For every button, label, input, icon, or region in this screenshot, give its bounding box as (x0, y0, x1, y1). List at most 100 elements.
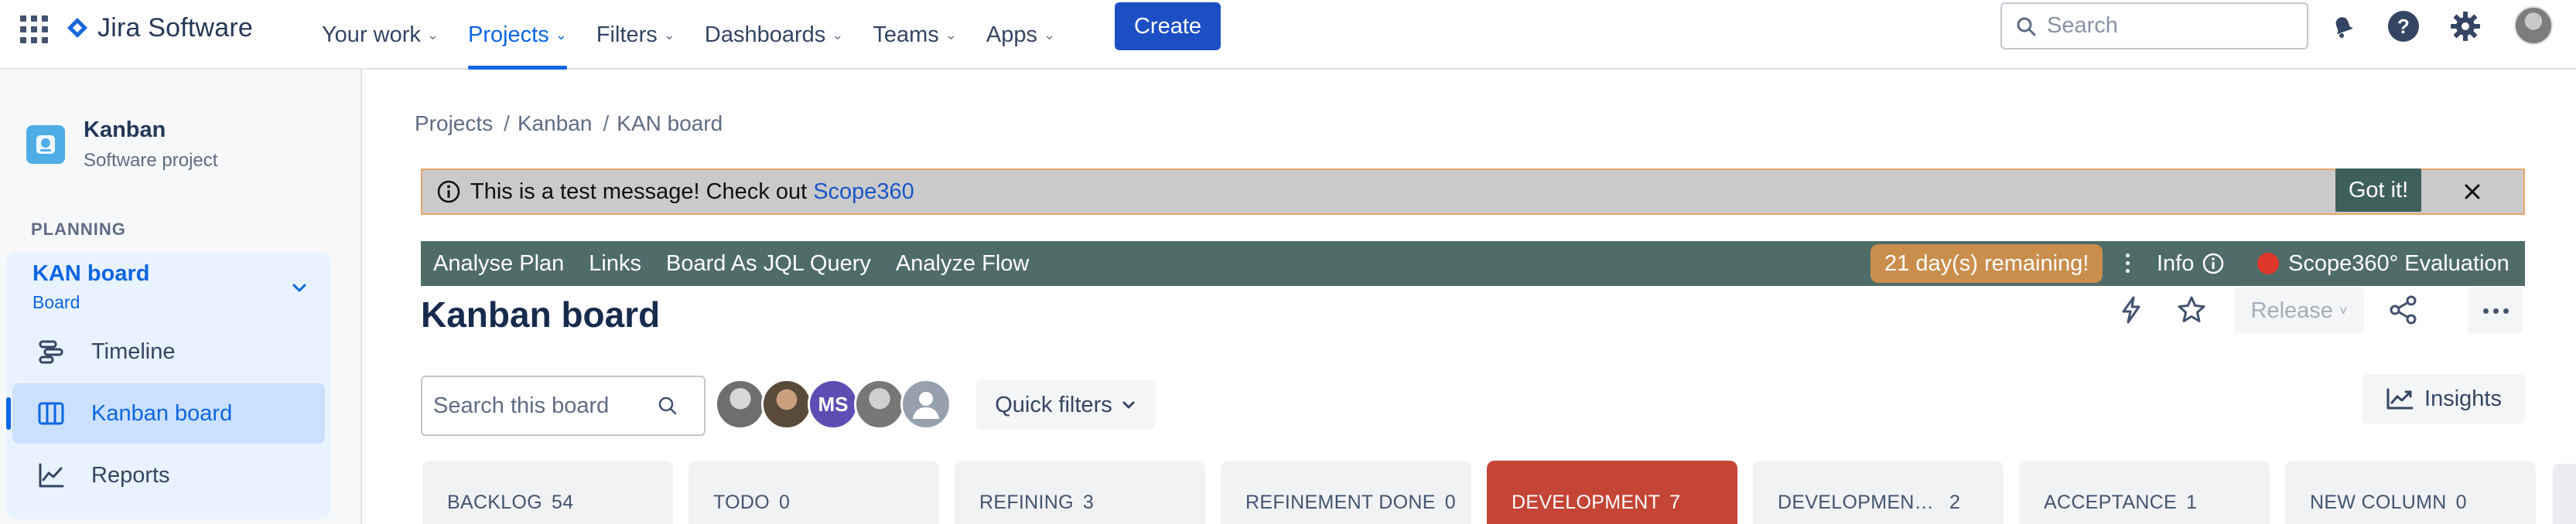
release-button[interactable]: Release ˅ (2234, 288, 2364, 334)
board-as-jql-link[interactable]: Board As JQL Query (666, 251, 871, 277)
column-name: DEVELOPMENT (1512, 492, 1661, 513)
sidebar-item-kanban-board[interactable]: Kanban board (6, 383, 325, 444)
create-button[interactable]: Create (1115, 2, 1221, 50)
column-name: DEVELOPMENT D... (1778, 492, 1940, 513)
analyze-flow-link[interactable]: Analyze Flow (896, 251, 1029, 277)
app-switcher-icon[interactable] (20, 15, 48, 43)
column-header-todo[interactable]: TODO 0 (688, 461, 939, 524)
reports-icon (36, 460, 67, 491)
chevron-down-icon: ⌄ (832, 26, 844, 43)
automation-lightning-icon[interactable] (2113, 292, 2149, 328)
column-count: 0 (778, 492, 791, 513)
horizontal-scroll-edge[interactable] (2553, 464, 2576, 524)
column-header-development-done[interactable]: DEVELOPMENT D... 2 (1753, 461, 2004, 524)
nav-dashboards[interactable]: Dashboards ⌄ (705, 0, 843, 70)
chevron-down-icon: ⌄ (945, 26, 957, 43)
column-name: TODO (713, 492, 770, 513)
column-count: 7 (1669, 492, 1681, 513)
more-vertical-icon[interactable] (2120, 246, 2135, 280)
breadcrumb-kanban[interactable]: Kanban (518, 111, 593, 136)
board-switcher-title[interactable]: KAN board (32, 261, 149, 287)
analyse-plan-link[interactable]: Analyse Plan (433, 251, 564, 277)
quick-filters-button[interactable]: Quick filters (976, 380, 1156, 430)
board-columns: BACKLOG 54 TODO 0 REFINING 3 REFINEMENT DON… (422, 461, 2536, 524)
insights-label: Insights (2424, 386, 2502, 411)
notifications-icon[interactable] (2325, 9, 2361, 44)
nav-label: Apps (986, 22, 1037, 47)
chevron-down-icon[interactable] (288, 277, 311, 300)
sidebar-item-label: Kanban board (91, 400, 233, 426)
info-button[interactable]: Info (2157, 241, 2225, 286)
got-it-button[interactable]: Got it! (2335, 168, 2421, 212)
sidebar-item-reports[interactable]: Reports (12, 445, 325, 505)
sidebar-item-label: Reports (91, 462, 170, 488)
board-search[interactable] (421, 376, 705, 436)
nav-projects[interactable]: Projects ⌄ (467, 0, 567, 70)
column-count: 2 (1949, 492, 1961, 513)
nav-apps[interactable]: Apps ⌄ (986, 0, 1055, 70)
nav-your-work[interactable]: Your work ⌄ (322, 0, 439, 70)
profile-avatar[interactable] (2514, 6, 2553, 45)
column-count: 0 (1444, 492, 1456, 513)
unassigned-avatar[interactable] (900, 379, 951, 430)
scope360-evaluation[interactable]: Scope360° Evaluation (2257, 241, 2509, 286)
more-horizontal-icon[interactable] (2468, 288, 2523, 334)
column-count: 3 (1082, 492, 1095, 513)
close-icon[interactable] (2458, 178, 2486, 206)
links-link[interactable]: Links (589, 251, 641, 277)
chevron-down-icon: ˅ (2339, 302, 2348, 318)
avatar[interactable]: MS (808, 379, 859, 430)
jira-diamond-icon (67, 18, 87, 38)
primary-nav: Your work ⌄ Projects ⌄ Filters ⌄ Dashboards… (322, 0, 1085, 70)
help-icon[interactable]: ? (2386, 9, 2421, 44)
announcement-banner: This is a test message! Check out Scope3… (421, 168, 2525, 215)
insights-button[interactable]: Insights (2362, 374, 2525, 424)
column-header-backlog[interactable]: BACKLOG 54 (422, 461, 673, 524)
sidebar-item-label: Timeline (91, 339, 176, 364)
chevron-down-icon: ⌄ (426, 26, 439, 43)
avatar[interactable] (854, 379, 905, 430)
trial-remaining-badge[interactable]: 21 day(s) remaining! (1871, 244, 2103, 283)
planning-section-label: PLANNING (31, 219, 126, 239)
search-input[interactable] (2047, 13, 2279, 39)
avatar[interactable] (715, 379, 766, 430)
avatar[interactable] (761, 379, 812, 430)
nav-label: Your work (322, 22, 421, 47)
nav-filters[interactable]: Filters ⌄ (596, 0, 675, 70)
nav-teams[interactable]: Teams ⌄ (873, 0, 957, 70)
column-header-refining[interactable]: REFINING 3 (955, 461, 1205, 524)
breadcrumb-projects[interactable]: Projects (415, 111, 493, 136)
evaluation-label: Scope360° Evaluation (2288, 250, 2509, 276)
project-type: Software project (84, 150, 218, 171)
app-name: Jira Software (97, 12, 254, 43)
assignee-avatars: MS (715, 379, 951, 431)
search-icon (2017, 17, 2036, 36)
banner-link[interactable]: Scope360 (813, 179, 914, 205)
board-switcher-subtitle: Board (32, 292, 80, 312)
project-name[interactable]: Kanban (84, 117, 166, 143)
chevron-down-icon: ⌄ (1043, 26, 1056, 43)
star-icon[interactable] (2174, 292, 2209, 328)
page-title: Kanban board (421, 294, 661, 335)
settings-icon[interactable] (2448, 9, 2483, 44)
jira-logo[interactable]: Jira Software (67, 12, 253, 43)
breadcrumb-kan-board[interactable]: KAN board (617, 111, 723, 136)
nav-label: Filters (596, 22, 658, 47)
sidebar-item-timeline[interactable]: Timeline (12, 322, 325, 382)
chevron-down-icon (1122, 401, 1135, 409)
column-name: REFINING (979, 492, 1074, 513)
quick-filters-label: Quick filters (995, 392, 1112, 417)
banner-message: This is a test message! Check out (470, 179, 808, 204)
info-icon (2203, 253, 2224, 274)
column-name: BACKLOG (447, 492, 542, 513)
chevron-down-icon: ⌄ (663, 26, 675, 43)
share-icon[interactable] (2386, 292, 2421, 328)
column-header-refinement-done[interactable]: REFINEMENT DONE 0 (1221, 461, 1471, 524)
column-header-new-column[interactable]: NEW COLUMN 0 (2285, 461, 2536, 524)
column-header-development[interactable]: DEVELOPMENT 7 (1487, 461, 1737, 524)
global-search[interactable] (2000, 2, 2308, 49)
column-header-acceptance[interactable]: ACCEPTANCE 1 (2019, 461, 2270, 524)
board-search-input[interactable] (433, 393, 658, 419)
column-name: NEW COLUMN (2310, 492, 2447, 513)
breadcrumb-separator: / (603, 111, 610, 135)
